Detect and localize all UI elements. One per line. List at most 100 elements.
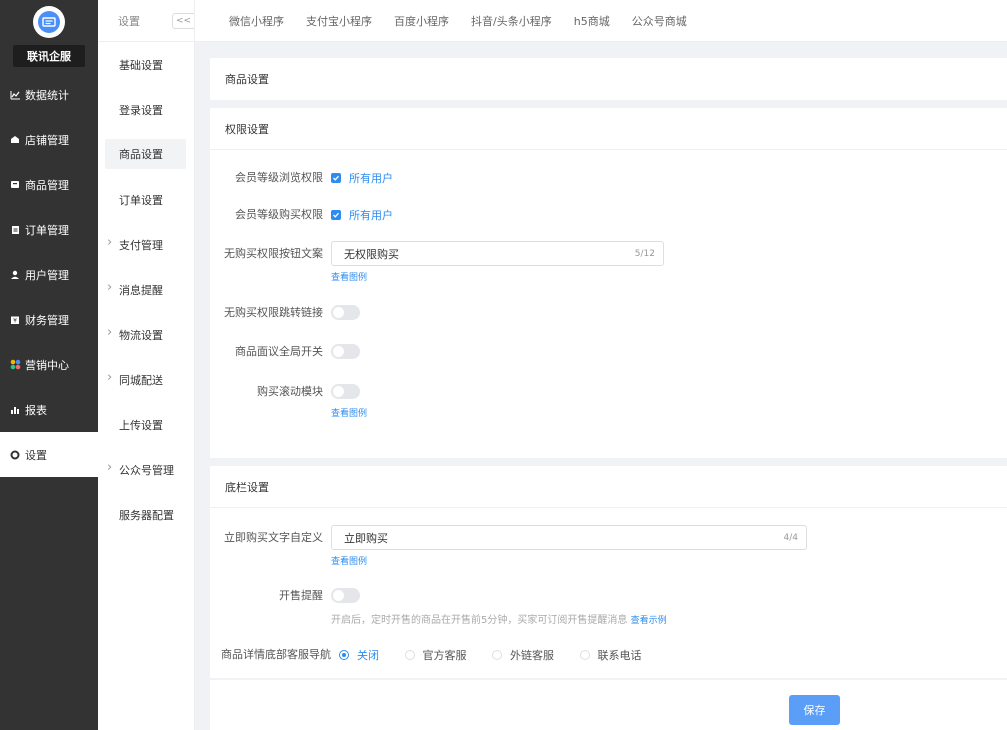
main-sidebar: 联讯企服 数据统计 店铺管理 商品管理 订单管理 用户管理 ¥ 财务管理 营销中…: [0, 0, 98, 730]
bottom-bar-card: 底栏设置 立即购买文字自定义 立即购买 4/4 查看图例 开售提醒 开启后，定时…: [210, 466, 1007, 678]
line-chart-icon: [9, 89, 21, 101]
browse-permission-label: 会员等级浏览权限: [235, 171, 323, 184]
radio-dot: [492, 650, 502, 660]
bar-chart-icon: [9, 404, 21, 416]
service-option-external[interactable]: 外链客服: [492, 647, 554, 663]
save-button[interactable]: 保存: [789, 695, 840, 725]
radio-label: 外链客服: [510, 649, 554, 662]
settings-submenu: 设置 << 基础设置 登录设置 商品设置 订单设置 支付管理 消息提醒 物流设置…: [98, 0, 195, 730]
jump-link-label: 无购买权限跳转链接: [224, 306, 323, 319]
nav-item-order[interactable]: 订单管理: [0, 207, 98, 252]
view-example-link[interactable]: 查看图例: [331, 554, 367, 567]
scroll-module-row: 购买滚动模块 查看图例: [210, 384, 1007, 419]
store-icon: [9, 134, 21, 146]
tab-douyin-mini[interactable]: 抖音/头条小程序: [471, 13, 552, 29]
nav-item-settings[interactable]: 设置: [0, 432, 98, 477]
order-icon: [9, 224, 21, 236]
submenu-item-login[interactable]: 登录设置: [98, 87, 194, 132]
char-count: 4/4: [783, 532, 798, 543]
nav-item-label: 财务管理: [25, 313, 69, 327]
presale-hint: 开启后，定时开售的商品在开售前5分钟，买家可订阅开售提醒消息 查看示例: [331, 611, 1007, 626]
logo-area: 联讯企服: [0, 0, 98, 72]
radio-label: 官方客服: [422, 649, 467, 662]
nav-item-label: 设置: [25, 448, 47, 462]
radio-dot: [404, 650, 415, 660]
no-permission-text-row: 无购买权限按钮文案 无权限购买 5/12 查看图例: [210, 241, 1007, 283]
submenu-item-notice[interactable]: 消息提醒: [98, 267, 194, 312]
radio-dot: [579, 650, 590, 660]
submenu-title: 设置: [118, 14, 140, 28]
marketing-icon: [9, 359, 21, 371]
jump-link-row: 无购买权限跳转链接: [210, 305, 1007, 323]
browse-permission-checkbox[interactable]: 所有用户: [331, 170, 393, 186]
footer-bar: 保存: [210, 680, 1007, 730]
tab-wechat-mini[interactable]: 微信小程序: [229, 13, 284, 29]
user-icon: [9, 269, 21, 281]
nav-item-label: 用户管理: [25, 268, 69, 282]
negotiable-label: 商品面议全局开关: [235, 345, 323, 358]
tab-h5-mall[interactable]: h5商城: [574, 13, 610, 29]
logo[interactable]: [33, 6, 65, 38]
submenu-item-goods[interactable]: 商品设置: [105, 139, 186, 169]
no-permission-text-input[interactable]: 无权限购买 5/12: [331, 241, 664, 266]
bottom-bar-title: 底栏设置: [210, 466, 1007, 508]
jump-link-switch[interactable]: [331, 305, 360, 320]
submenu-item-logistics[interactable]: 物流设置: [98, 312, 194, 357]
presale-hint-text: 开启后，定时开售的商品在开售前5分钟，买家可订阅开售提醒消息: [331, 615, 628, 626]
tab-official-mall[interactable]: 公众号商城: [632, 13, 687, 29]
submenu-item-city-delivery[interactable]: 同城配送: [98, 357, 194, 402]
buy-permission-label: 会员等级购买权限: [235, 208, 323, 221]
nav-item-user[interactable]: 用户管理: [0, 252, 98, 297]
nav-item-label: 店铺管理: [25, 133, 69, 147]
submenu-item-payment[interactable]: 支付管理: [98, 222, 194, 267]
svg-text:¥: ¥: [13, 317, 17, 324]
collapse-button[interactable]: <<: [172, 12, 194, 29]
presale-switch[interactable]: [331, 588, 360, 603]
nav-item-label: 订单管理: [25, 223, 69, 237]
view-example-link[interactable]: 查看图例: [331, 270, 367, 283]
service-option-off[interactable]: 关闭: [339, 647, 379, 663]
nav-item-label: 商品管理: [25, 178, 69, 192]
submenu-item-upload[interactable]: 上传设置: [98, 402, 194, 447]
nav-item-store[interactable]: 店铺管理: [0, 117, 98, 162]
nav-item-report[interactable]: 报表: [0, 387, 98, 432]
buy-text-input[interactable]: 立即购买 4/4: [331, 525, 807, 550]
brand-name: 联讯企服: [13, 45, 85, 67]
presale-row: 开售提醒 开启后，定时开售的商品在开售前5分钟，买家可订阅开售提醒消息 查看示例: [210, 588, 1007, 626]
scroll-module-label: 购买滚动模块: [257, 385, 323, 398]
service-nav-row: 商品详情底部客服导航 关闭 官方客服 外链客服 联系电话: [210, 647, 1007, 663]
buy-permission-value: 所有用户: [349, 209, 393, 222]
nav-item-label: 营销中心: [25, 358, 69, 372]
gear-icon: [9, 449, 21, 461]
scroll-example-link[interactable]: 查看图例: [331, 406, 367, 419]
input-value: 立即购买: [344, 531, 388, 545]
browse-permission-row: 会员等级浏览权限 所有用户: [210, 170, 1007, 186]
presale-label: 开售提醒: [279, 589, 323, 602]
nav-item-marketing[interactable]: 营销中心: [0, 342, 98, 387]
check-icon: [331, 210, 341, 220]
nav-item-statistics[interactable]: 数据统计: [0, 72, 98, 117]
nav-item-finance[interactable]: ¥ 财务管理: [0, 297, 98, 342]
negotiable-switch[interactable]: [331, 344, 360, 359]
submenu-item-official-account[interactable]: 公众号管理: [98, 447, 194, 492]
nav-item-goods[interactable]: 商品管理: [0, 162, 98, 207]
char-count: 5/12: [634, 248, 655, 259]
logo-icon: [38, 11, 60, 33]
nav-item-label: 报表: [25, 403, 47, 417]
submenu-item-order[interactable]: 订单设置: [98, 177, 194, 222]
submenu-item-server[interactable]: 服务器配置: [98, 492, 194, 537]
platform-tabs: 微信小程序 支付宝小程序 百度小程序 抖音/头条小程序 h5商城 公众号商城: [195, 0, 1007, 42]
submenu-item-basic[interactable]: 基础设置: [98, 42, 194, 87]
presale-example-link[interactable]: 查看示例: [631, 613, 667, 626]
page-title: 商品设置: [225, 73, 269, 86]
finance-icon: ¥: [9, 314, 21, 326]
buy-permission-checkbox[interactable]: 所有用户: [331, 207, 393, 223]
browse-permission-value: 所有用户: [349, 172, 393, 185]
tab-alipay-mini[interactable]: 支付宝小程序: [306, 13, 372, 29]
tab-baidu-mini[interactable]: 百度小程序: [394, 13, 449, 29]
check-icon: [331, 173, 341, 183]
service-option-official[interactable]: 官方客服: [404, 647, 467, 663]
scroll-module-switch[interactable]: [331, 384, 360, 399]
permission-title: 权限设置: [210, 108, 1007, 150]
service-option-phone[interactable]: 联系电话: [579, 647, 642, 663]
